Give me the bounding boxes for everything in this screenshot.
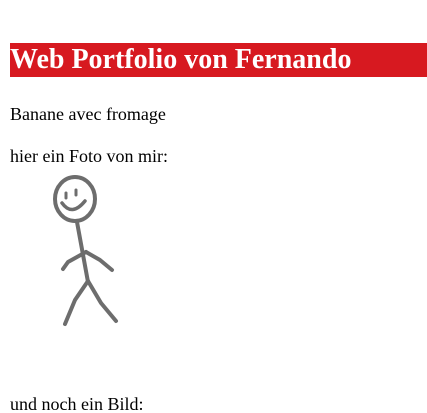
stick-figure-right-leg — [86, 279, 118, 323]
stick-figure-image — [53, 175, 118, 326]
stick-figure-smile — [60, 199, 87, 212]
stick-figure-left-leg — [63, 279, 90, 326]
photo-caption: hier ein Foto von mir: — [10, 146, 168, 166]
intro-text: Banane avec fromage — [10, 104, 166, 124]
stick-figure-head — [53, 175, 97, 223]
second-image-caption: und noch ein Bild: — [10, 394, 144, 413]
page-title: Web Portfolio von Fernando — [10, 42, 427, 77]
stick-figure-right-arm — [84, 250, 114, 272]
